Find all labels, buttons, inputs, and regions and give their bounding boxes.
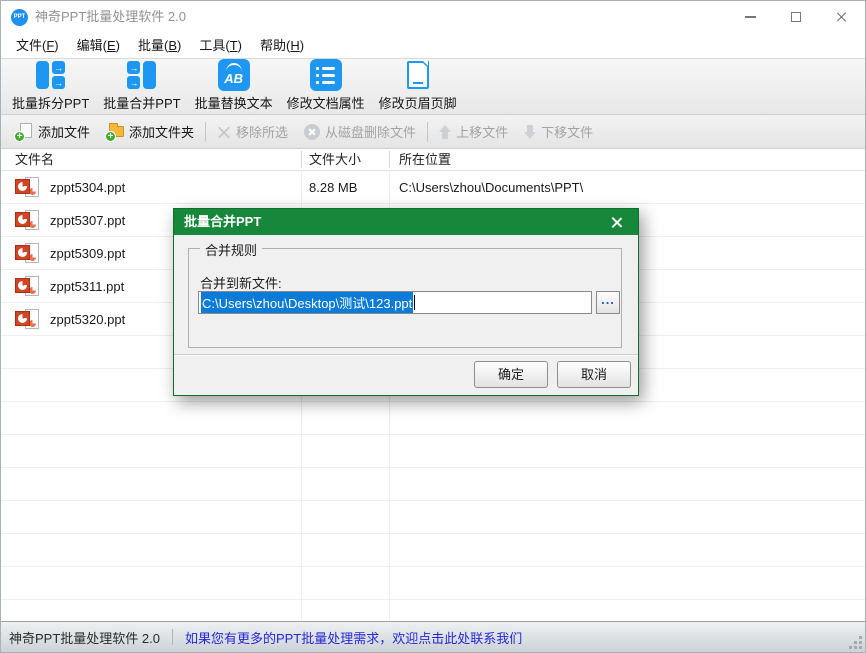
app-window: PPT 神奇PPT批量处理软件 2.0 文件(F) 编辑(E) 批量(B) 工具… bbox=[0, 0, 866, 653]
maximize-icon bbox=[791, 12, 801, 22]
toolbar-label: 修改文档属性 bbox=[286, 96, 365, 111]
menu-file[interactable]: 文件(F) bbox=[7, 33, 68, 58]
contact-link[interactable]: 如果您有更多的PPT批量处理需求，欢迎点击此处联系我们 bbox=[185, 628, 522, 647]
dialog-title-bar[interactable]: 批量合并PPT bbox=[174, 209, 638, 235]
browse-button[interactable]: ... bbox=[596, 291, 620, 314]
text-caret bbox=[413, 295, 415, 310]
doc-properties-icon bbox=[309, 59, 343, 91]
header-footer-button[interactable]: 修改页眉页脚 bbox=[372, 57, 464, 114]
ppt-file-icon bbox=[15, 176, 41, 198]
replace-text-icon: AB bbox=[217, 59, 251, 91]
add-file-button[interactable]: + 添加文件 bbox=[7, 119, 98, 145]
ppt-file-icon bbox=[15, 209, 41, 231]
resize-grip-icon[interactable] bbox=[849, 636, 862, 649]
table-row-empty bbox=[1, 567, 865, 600]
table-row-empty bbox=[1, 435, 865, 468]
menu-help[interactable]: 帮助(H) bbox=[251, 33, 313, 58]
arrow-down-icon bbox=[524, 124, 537, 139]
main-toolbar: → → 批量拆分PPT → → 批量合并PPT AB 批量替换文本 修改文档属性… bbox=[1, 58, 865, 115]
delete-from-disk-button: 从磁盘删除文件 bbox=[296, 119, 424, 145]
merge-ppt-icon: → → bbox=[125, 59, 159, 91]
minimize-icon bbox=[744, 16, 756, 18]
status-bar: 神奇PPT批量处理软件 2.0 如果您有更多的PPT批量处理需求，欢迎点击此处联… bbox=[1, 621, 865, 652]
add-folder-icon: + bbox=[105, 122, 125, 142]
ok-button[interactable]: 确定 bbox=[474, 361, 548, 388]
selected-path-text: C:\Users\zhou\Desktop\测试\123.ppt bbox=[201, 292, 414, 313]
status-app-name: 神奇PPT批量处理软件 2.0 bbox=[9, 630, 160, 646]
dialog-divider bbox=[174, 354, 638, 356]
merge-ppt-button[interactable]: → → 批量合并PPT bbox=[96, 57, 187, 114]
window-controls bbox=[727, 1, 865, 33]
menu-bar: 文件(F) 编辑(E) 批量(B) 工具(T) 帮助(H) bbox=[1, 33, 865, 58]
toolbar-label: 批量替换文本 bbox=[194, 96, 273, 111]
table-header: 文件名 文件大小 所在位置 bbox=[1, 149, 865, 171]
ppt-file-icon bbox=[15, 308, 41, 330]
delete-disk-icon bbox=[304, 123, 321, 140]
column-header-filesize[interactable]: 文件大小 bbox=[301, 149, 389, 170]
table-row-empty bbox=[1, 402, 865, 435]
add-file-icon: + bbox=[14, 122, 33, 142]
column-divider bbox=[389, 151, 390, 168]
header-footer-icon bbox=[401, 59, 435, 91]
column-header-location[interactable]: 所在位置 bbox=[389, 149, 865, 170]
column-header-filename[interactable]: 文件名 bbox=[1, 149, 301, 170]
replace-text-button[interactable]: AB 批量替换文本 bbox=[188, 57, 280, 114]
group-box-label: 合并规则 bbox=[200, 240, 263, 259]
file-name: zppt5307.ppt bbox=[50, 212, 126, 228]
dialog-close-button[interactable] bbox=[602, 209, 632, 235]
status-separator bbox=[171, 629, 173, 645]
toolbar-label: 批量拆分PPT bbox=[12, 96, 90, 111]
file-name: zppt5311.ppt bbox=[50, 278, 125, 294]
doc-properties-button[interactable]: 修改文档属性 bbox=[280, 57, 372, 114]
file-name: zppt5320.ppt bbox=[50, 311, 126, 327]
file-name: zppt5304.ppt bbox=[50, 179, 126, 195]
file-size: 8.28 MB bbox=[309, 179, 358, 195]
menu-edit[interactable]: 编辑(E) bbox=[68, 33, 129, 58]
remove-selected-button: 移除所选 bbox=[209, 119, 296, 145]
toolbar-label: 修改页眉页脚 bbox=[378, 96, 457, 111]
ppt-file-icon bbox=[15, 242, 41, 264]
merge-target-label: 合并到新文件: bbox=[200, 276, 282, 291]
merge-target-input[interactable]: C:\Users\zhou\Desktop\测试\123.ppt bbox=[198, 291, 592, 314]
split-ppt-button[interactable]: → → 批量拆分PPT bbox=[5, 57, 96, 114]
close-icon bbox=[611, 216, 624, 229]
merge-ppt-dialog: 批量合并PPT 合并规则 合并到新文件: C:\Users\zhou\Deskt… bbox=[173, 208, 639, 396]
remove-icon bbox=[217, 125, 231, 139]
split-ppt-icon: → → bbox=[34, 59, 68, 91]
table-row-empty bbox=[1, 534, 865, 567]
table-row-empty bbox=[1, 600, 865, 623]
close-icon bbox=[836, 11, 848, 23]
add-folder-button[interactable]: + 添加文件夹 bbox=[98, 119, 202, 145]
close-button[interactable] bbox=[819, 1, 865, 33]
menu-tools[interactable]: 工具(T) bbox=[190, 33, 251, 58]
maximize-button[interactable] bbox=[773, 1, 819, 33]
table-row-empty bbox=[1, 468, 865, 501]
menu-batch[interactable]: 批量(B) bbox=[129, 33, 190, 58]
dialog-title: 批量合并PPT bbox=[184, 214, 262, 229]
file-name: zppt5309.ppt bbox=[50, 245, 126, 261]
arrow-up-icon bbox=[439, 124, 452, 139]
app-logo-icon: PPT bbox=[11, 9, 28, 26]
file-location: C:\Users\zhou\Documents\PPT\ bbox=[399, 179, 584, 195]
file-toolbar: + 添加文件 + 添加文件夹 移除所选 从磁盘删除文件 上移文件 下移文件 bbox=[1, 115, 865, 149]
move-up-button: 上移文件 bbox=[431, 119, 516, 145]
table-row[interactable]: zppt5304.ppt 8.28 MB C:\Users\zhou\Docum… bbox=[1, 171, 865, 204]
column-divider bbox=[301, 151, 302, 168]
window-title: 神奇PPT批量处理软件 2.0 bbox=[35, 9, 186, 24]
move-down-button: 下移文件 bbox=[516, 119, 601, 145]
toolbar-label: 批量合并PPT bbox=[103, 96, 181, 111]
cancel-button[interactable]: 取消 bbox=[557, 361, 631, 388]
toolbar-separator bbox=[427, 121, 429, 142]
toolbar-separator bbox=[205, 121, 207, 142]
minimize-button[interactable] bbox=[727, 1, 773, 33]
table-row-empty bbox=[1, 501, 865, 534]
ppt-file-icon bbox=[15, 275, 41, 297]
title-bar: PPT 神奇PPT批量处理软件 2.0 bbox=[1, 1, 865, 33]
